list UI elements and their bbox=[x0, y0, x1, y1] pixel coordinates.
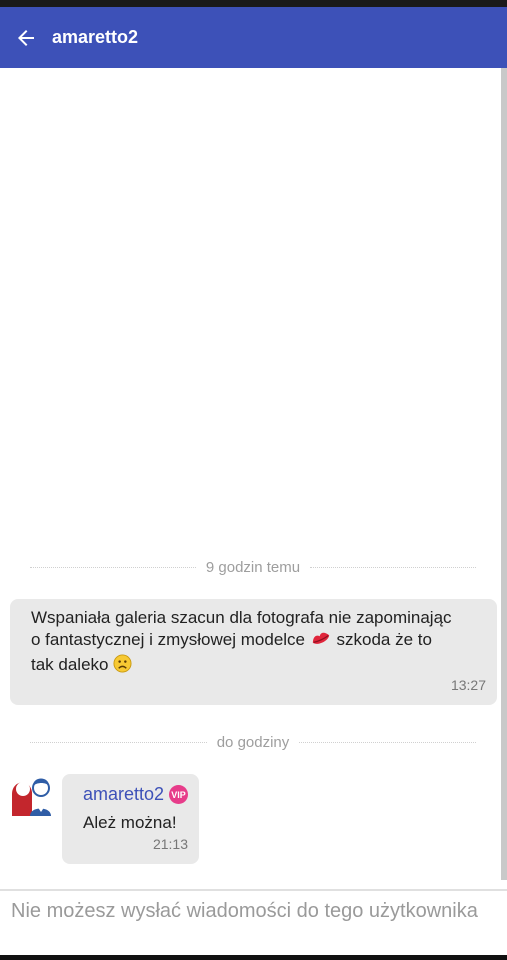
divider-line bbox=[30, 741, 207, 743]
scrollbar-thumb[interactable] bbox=[501, 68, 507, 880]
message-line: tak daleko bbox=[31, 655, 109, 674]
kiss-lips-icon bbox=[310, 630, 332, 654]
composer-notice: Nie możesz wysłać wiadomości do tego uży… bbox=[11, 900, 478, 922]
divider-line bbox=[299, 741, 476, 743]
vip-badge-icon: VIP bbox=[169, 785, 189, 804]
date-divider: do godziny bbox=[30, 732, 476, 752]
divider-line bbox=[310, 566, 477, 568]
message-text: Wspaniała galeria szacun dla fotografa n… bbox=[31, 607, 481, 679]
navigation-bar bbox=[0, 955, 507, 960]
conversation-title: amaretto2 bbox=[52, 27, 139, 47]
message-line: szkoda że to bbox=[336, 630, 432, 649]
divider-label: do godziny bbox=[216, 733, 290, 751]
message-text: Ależ można! bbox=[83, 813, 177, 832]
frowning-face-icon bbox=[113, 654, 132, 679]
sender-name[interactable]: amaretto2 bbox=[83, 784, 164, 805]
couple-avatar-icon[interactable] bbox=[10, 772, 52, 816]
divider-label: 9 godzin temu bbox=[205, 558, 301, 576]
status-bar bbox=[0, 0, 507, 7]
message-line: Wspaniała galeria szacun dla fotografa n… bbox=[31, 608, 452, 627]
sender-row: amaretto2 VIP bbox=[83, 784, 199, 805]
date-divider: 9 godzin temu bbox=[30, 557, 477, 577]
arrow-left-icon bbox=[14, 26, 38, 50]
divider-line bbox=[30, 566, 196, 568]
message-line: o fantastycznej i zmysłowej modelce bbox=[31, 630, 306, 649]
message-bubble-incoming[interactable]: Wspaniała galeria szacun dla fotografa n… bbox=[10, 599, 497, 705]
app-bar: amaretto2 bbox=[0, 7, 507, 68]
composer-divider bbox=[0, 889, 507, 891]
message-time: 21:13 bbox=[152, 836, 188, 852]
scrollbar[interactable] bbox=[501, 68, 507, 880]
message-time: 13:27 bbox=[450, 677, 486, 693]
message-bubble-user[interactable]: amaretto2 VIP Ależ można! 21:13 bbox=[62, 774, 199, 864]
back-button[interactable] bbox=[0, 7, 52, 68]
